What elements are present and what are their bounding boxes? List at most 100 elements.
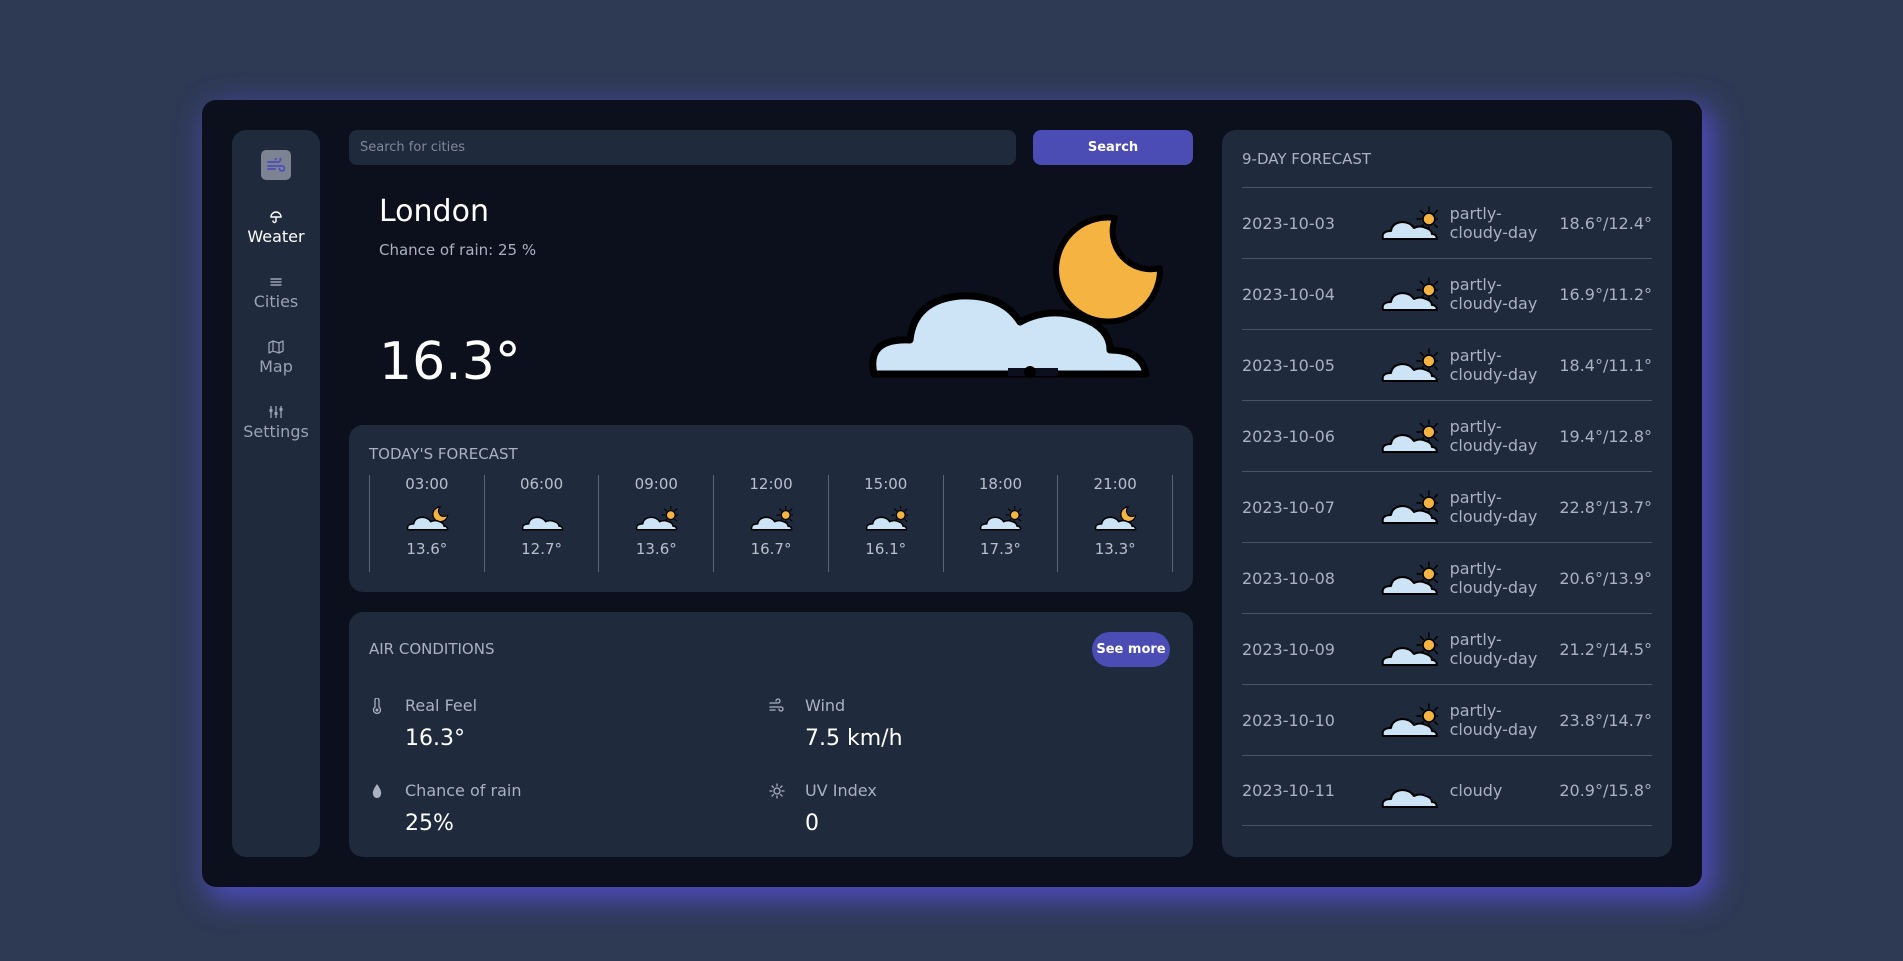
hour-time: 18:00	[978, 475, 1023, 493]
forecast-date: 2023-10-09	[1242, 639, 1335, 659]
hour-temperature: 12.7°	[521, 540, 563, 558]
map-icon	[268, 340, 284, 354]
hour-item: 06:00 12.7°	[483, 475, 599, 572]
sun-icon	[769, 783, 785, 799]
hour-item: 12:00 16.7°	[713, 475, 828, 572]
wind-metric: Wind 7.5 km/h	[769, 696, 1149, 756]
current-temperature: 16.3°	[379, 332, 521, 392]
partly-cloudy-night-icon	[1095, 506, 1137, 531]
hourly-list: 03:00 13.6° 06:00 12.7° 09:00 13.6° 12:00 16.7°…	[369, 475, 1174, 572]
forecast-row: 2023-10-08 partly-cloudy-day 20.6°/13.9°	[1242, 542, 1652, 613]
partly-cloudy-day-icon	[1381, 632, 1438, 666]
forecast-condition: partly-cloudy-day	[1449, 488, 1538, 526]
forecast-row: 2023-10-04 partly-cloudy-day 16.9°/11.2°	[1242, 258, 1652, 329]
forecast-condition: partly-cloudy-day	[1449, 701, 1538, 739]
weather-app: Weater Cities Map Settings Search for ci…	[202, 100, 1702, 887]
partly-cloudy-night-icon	[869, 214, 1164, 378]
forecast-row: 2023-10-07 partly-cloudy-day 22.8°/13.7°	[1242, 471, 1652, 542]
forecast-date: 2023-10-05	[1242, 355, 1335, 375]
daily-list: 2023-10-03 partly-cloudy-day 18.6°/12.4° 20…	[1242, 187, 1652, 826]
metric-label: Real Feel	[405, 696, 478, 715]
rain-chance: Chance of rain: 25 %	[379, 241, 537, 259]
partly-cloudy-day-icon	[980, 505, 1023, 531]
hour-item: 21:00 13.3°	[1057, 475, 1174, 572]
partly-cloudy-day-icon	[1381, 490, 1438, 524]
nine-day-forecast-card: 9-DAY FORECAST 2023-10-03 partly-cloudy-d…	[1222, 130, 1672, 857]
forecast-date: 2023-10-10	[1242, 710, 1335, 730]
forecast-date: 2023-10-11	[1242, 781, 1335, 800]
hour-temperature: 13.6°	[406, 540, 448, 558]
see-more-button[interactable]: See more	[1092, 632, 1170, 667]
forecast-temperature: 18.6°/12.4°	[1559, 213, 1652, 233]
metric-label: UV Index	[805, 781, 877, 800]
forecast-date: 2023-10-03	[1242, 213, 1335, 233]
forecast-row: 2023-10-05 partly-cloudy-day 18.4°/11.1°	[1242, 329, 1652, 400]
forecast-condition: partly-cloudy-day	[1449, 346, 1538, 384]
cloud-icon	[1381, 788, 1438, 808]
card-title: AIR CONDITIONS	[369, 640, 495, 658]
forecast-row: 2023-10-11 cloudy 20.9°/15.8°	[1242, 755, 1652, 826]
forecast-temperature: 23.8°/14.7°	[1559, 710, 1652, 730]
uv-index-metric: UV Index 0	[769, 781, 1149, 841]
forecast-date: 2023-10-07	[1242, 497, 1335, 517]
real-feel-metric: Real Feel 16.3°	[369, 696, 749, 756]
sidebar-item-map[interactable]: Map	[232, 340, 320, 376]
card-title: TODAY'S FORECAST	[369, 445, 518, 463]
hour-item: 09:00 13.6°	[598, 475, 713, 572]
hour-temperature: 13.3°	[1094, 540, 1136, 558]
metric-value: 16.3°	[405, 726, 465, 751]
hour-time: 03:00	[405, 475, 449, 493]
search-button[interactable]: Search	[1033, 130, 1193, 165]
forecast-condition: cloudy	[1449, 781, 1503, 800]
forecast-date: 2023-10-08	[1242, 568, 1335, 588]
card-title: 9-DAY FORECAST	[1242, 150, 1372, 168]
hour-temperature: 16.7°	[750, 540, 792, 558]
forecast-temperature: 20.9°/15.8°	[1559, 781, 1652, 800]
forecast-row: 2023-10-03 partly-cloudy-day 18.6°/12.4°	[1242, 187, 1652, 258]
forecast-temperature: 18.4°/11.1°	[1559, 355, 1652, 375]
metric-value: 7.5 km/h	[805, 726, 903, 751]
forecast-temperature: 22.8°/13.7°	[1559, 497, 1652, 517]
sidebar-item-settings[interactable]: Settings	[232, 405, 320, 441]
forecast-row: 2023-10-06 partly-cloudy-day 19.4°/12.8°	[1242, 400, 1652, 471]
forecast-temperature: 19.4°/12.8°	[1559, 426, 1652, 446]
sidebar-item-label: Cities	[253, 292, 299, 311]
partly-cloudy-day-icon	[865, 505, 908, 531]
wind-icon	[769, 698, 784, 712]
wind-logo-icon	[267, 158, 285, 172]
cloud-icon	[521, 516, 563, 531]
hour-time: 09:00	[634, 475, 678, 493]
metric-label: Wind	[805, 696, 846, 715]
partly-cloudy-day-icon	[750, 505, 794, 531]
sidebar: Weater Cities Map Settings	[232, 130, 320, 857]
metric-label: Chance of rain	[405, 781, 522, 800]
metric-value: 0	[805, 811, 819, 836]
partly-cloudy-day-icon	[636, 505, 679, 531]
sliders-icon	[269, 406, 283, 418]
thermometer-icon	[372, 698, 382, 714]
forecast-date: 2023-10-04	[1242, 284, 1335, 304]
droplet-icon	[372, 784, 382, 798]
forecast-temperature: 20.6°/13.9°	[1559, 568, 1652, 588]
hour-item: 18:00 17.3°	[942, 475, 1058, 572]
forecast-condition: partly-cloudy-day	[1449, 275, 1538, 313]
forecast-condition: partly-cloudy-day	[1449, 417, 1538, 455]
hour-temperature: 16.1°	[865, 540, 907, 558]
city-name: London	[379, 194, 489, 229]
forecast-temperature: 21.2°/14.5°	[1559, 639, 1652, 659]
umbrella-icon	[270, 211, 282, 224]
forecast-date: 2023-10-06	[1242, 426, 1335, 446]
partly-cloudy-day-icon	[1381, 419, 1438, 453]
search-input[interactable]	[349, 130, 1016, 165]
partly-cloudy-night-icon	[406, 506, 449, 531]
hour-time: 12:00	[749, 475, 793, 493]
list-icon	[270, 278, 282, 286]
sidebar-item-label: Map	[259, 357, 293, 376]
todays-forecast-card: TODAY'S FORECAST 03:00 13.6° 06:00 12.7° 09:…	[349, 425, 1193, 592]
partly-cloudy-day-icon	[1381, 348, 1438, 382]
forecast-condition: partly-cloudy-day	[1449, 204, 1538, 242]
sidebar-item-cities[interactable]: Cities	[232, 275, 320, 311]
hour-time: 21:00	[1093, 475, 1137, 493]
sidebar-item-weather[interactable]: Weater	[232, 210, 320, 246]
partly-cloudy-day-icon	[1381, 703, 1438, 737]
